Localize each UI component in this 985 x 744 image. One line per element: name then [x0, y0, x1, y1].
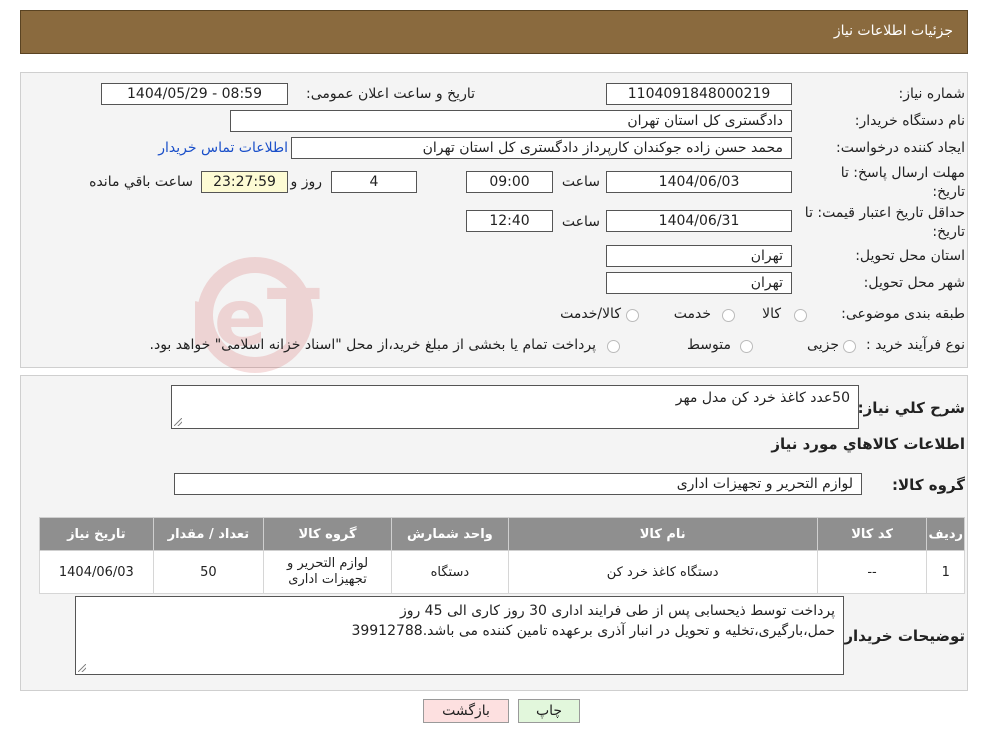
cell-row: 1	[926, 550, 965, 594]
goods-table: ردیف کد کالا نام کالا واحد شمارش گروه کا…	[39, 517, 965, 594]
category-radio-goods-service[interactable]	[626, 309, 639, 322]
summary-label: شرح كلي نياز:	[857, 399, 965, 417]
buyer-org-label: نام دستگاه خریدار:	[854, 113, 965, 129]
col-name: نام کالا	[507, 517, 818, 551]
page-header: جزئیات اطلاعات نیاز	[20, 10, 968, 54]
validity-date-field[interactable]: 1404/06/31	[606, 210, 792, 232]
cell-date: 1404/06/03	[39, 550, 154, 594]
validity-time-field[interactable]: 12:40	[466, 210, 553, 232]
buyer-notes-label: توضیحات خریدار:	[838, 627, 965, 645]
treasury-checkbox-radio[interactable]	[607, 340, 620, 353]
buyer-notes-line-1: پرداخت توسط ذیحسابی پس از طی فرایند ادار…	[399, 603, 835, 619]
cell-unit: دستگاه	[391, 550, 509, 594]
category-option-service: خدمت	[673, 306, 711, 322]
buyer-notes-line-2: حمل،بارگیری،تخلیه و تحویل در انبار آذری …	[351, 623, 835, 639]
col-row: ردیف	[926, 517, 965, 551]
process-treasury-note: پرداخت تمام یا بخشی از مبلغ خرید،از محل …	[149, 337, 596, 353]
city-field[interactable]: تهران	[606, 272, 792, 294]
cell-name: دستگاه کاغذ خرد کن	[507, 550, 818, 594]
col-qty: تعداد / مقدار	[152, 517, 265, 551]
process-radio-minor[interactable]	[843, 340, 856, 353]
announce-value: 1404/05/29 - 08:59	[127, 86, 262, 102]
remaining-time-field: 23:27:59	[201, 171, 288, 193]
validity-label: حداقل تاریخ اعتبار قیمت: تا	[804, 205, 965, 221]
page-title: جزئیات اطلاعات نیاز	[833, 23, 953, 39]
goods-group-label: گروه کالا:	[892, 476, 965, 494]
cell-group: لوازم التحریر و تجهیزات اداری	[263, 550, 393, 594]
category-option-goods: کالا	[762, 306, 781, 322]
remaining-label: ساعت باقي مانده	[89, 174, 193, 190]
cell-qty: 50	[152, 550, 265, 594]
category-option-goods-service: کالا/خدمت	[560, 306, 621, 322]
deadline-label-2: تاریخ:	[932, 184, 965, 200]
table-row: 1 -- دستگاه کاغذ خرد کن دستگاه لوازم الت…	[39, 550, 965, 594]
goods-section-title: اطلاعات كالاهاي مورد نياز	[771, 435, 965, 453]
col-unit: واحد شمارش	[391, 517, 509, 551]
category-label: طبقه بندی موضوعی:	[841, 306, 965, 322]
goods-table-header: ردیف کد کالا نام کالا واحد شمارش گروه کا…	[39, 517, 965, 551]
resize-grip-icon[interactable]	[174, 418, 182, 426]
resize-grip-icon[interactable]	[78, 664, 86, 672]
print-button[interactable]: چاپ	[518, 699, 580, 723]
process-radio-medium[interactable]	[740, 340, 753, 353]
creator-label: ایجاد کننده درخواست:	[836, 140, 965, 156]
category-radio-service[interactable]	[722, 309, 735, 322]
process-label: نوع فرآیند خرید :	[866, 337, 965, 353]
summary-textarea[interactable]: 50عدد کاغذ خرد کن مدل مهر	[171, 385, 859, 429]
validity-label-2: تاریخ:	[932, 224, 965, 240]
col-group: گروه کالا	[263, 517, 393, 551]
days-field[interactable]: 4	[331, 171, 417, 193]
process-option-minor: جزیی	[807, 337, 839, 353]
announce-field[interactable]: 1404/05/29 - 08:59	[101, 83, 288, 105]
back-button[interactable]: بازگشت	[423, 699, 509, 723]
deadline-label: مهلت ارسال پاسخ: تا	[840, 165, 965, 181]
col-date: تاریخ نیاز	[39, 517, 154, 551]
need-number-field[interactable]: 1104091848000219	[606, 83, 792, 105]
buyer-org-field[interactable]: دادگستری کل استان تهران	[230, 110, 792, 132]
buyer-notes-textarea[interactable]: پرداخت توسط ذیحسابی پس از طی فرایند ادار…	[75, 596, 844, 675]
cell-code: --	[816, 550, 928, 594]
announce-label: تاریخ و ساعت اعلان عمومی:	[306, 86, 475, 102]
province-label: استان محل تحویل:	[855, 248, 965, 264]
deadline-time-field[interactable]: 09:00	[466, 171, 553, 193]
province-field[interactable]: تهران	[606, 245, 792, 267]
process-option-medium: متوسط	[687, 337, 731, 353]
need-number-label: شماره نیاز:	[898, 86, 966, 102]
days-label: روز و	[290, 174, 323, 190]
validity-time-label: ساعت	[561, 214, 600, 230]
summary-text: 50عدد کاغذ خرد کن مدل مهر	[675, 390, 850, 406]
col-code: کد کالا	[816, 517, 928, 551]
creator-field[interactable]: محمد حسن زاده جوکندان کارپرداز دادگستری …	[291, 137, 792, 159]
category-radio-goods[interactable]	[794, 309, 807, 322]
city-label: شهر محل تحویل:	[863, 275, 965, 291]
contact-buyer-link[interactable]: اطلاعات تماس خریدار	[158, 140, 288, 156]
goods-group-field[interactable]: لوازم التحریر و تجهیزات اداری	[174, 473, 862, 495]
deadline-time-label: ساعت	[561, 174, 600, 190]
deadline-date-field[interactable]: 1404/06/03	[606, 171, 792, 193]
